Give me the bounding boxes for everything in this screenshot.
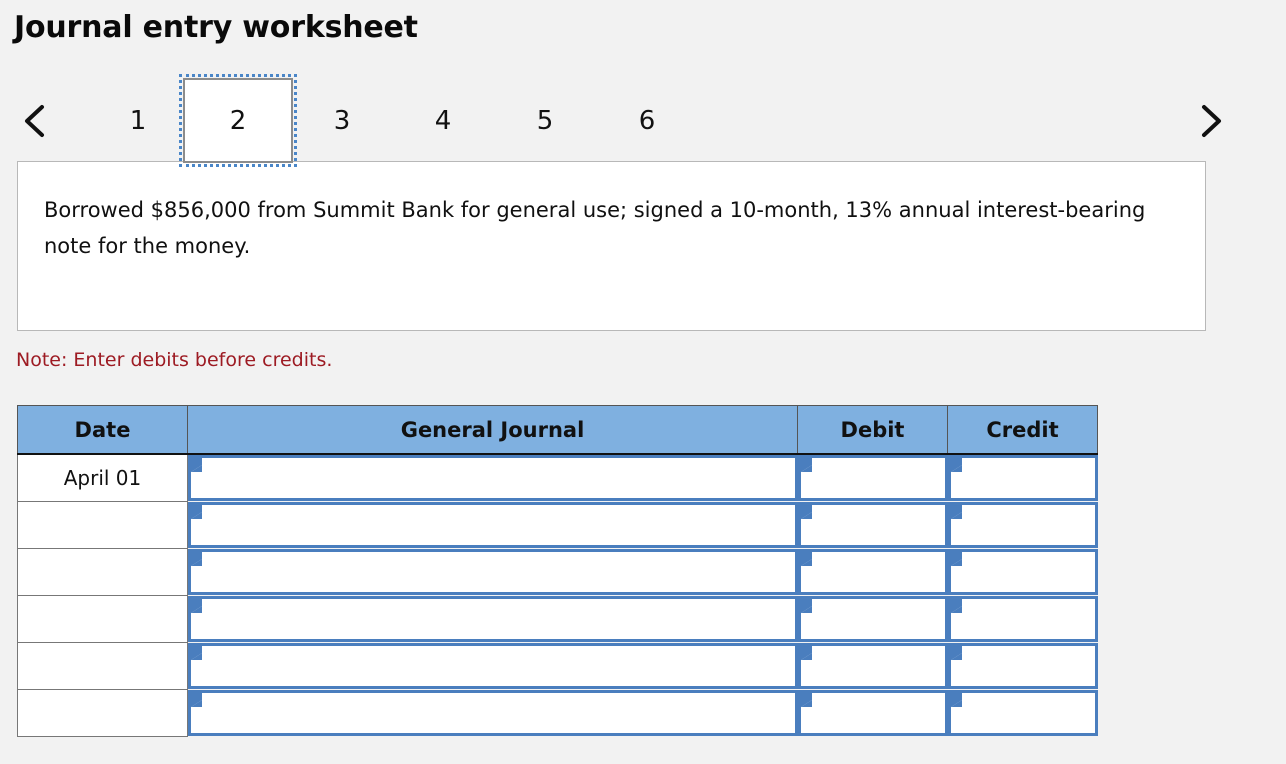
credit-cell[interactable] xyxy=(947,596,1098,643)
general-journal-cell[interactable] xyxy=(188,596,798,643)
pager-tab-1[interactable]: 1 xyxy=(83,78,193,163)
debit-cell[interactable] xyxy=(797,643,948,690)
table-row xyxy=(17,595,1098,643)
credit-input[interactable] xyxy=(947,596,1098,642)
pager-prev-button[interactable] xyxy=(8,78,62,163)
transaction-description-box: Borrowed $856,000 from Summit Bank for g… xyxy=(17,161,1206,331)
general-journal-cell[interactable] xyxy=(188,690,798,737)
debit-cell[interactable] xyxy=(797,690,948,737)
pager-tab-label: 4 xyxy=(434,105,452,136)
general-journal-input[interactable] xyxy=(188,502,798,548)
debit-input[interactable] xyxy=(797,455,948,502)
dropdown-flag-icon xyxy=(800,693,812,707)
dropdown-flag-icon xyxy=(950,599,962,613)
column-header-general-journal: General Journal xyxy=(187,405,798,455)
pager-tab-label: 5 xyxy=(536,105,554,136)
pager-tab-2[interactable]: 2 xyxy=(179,74,297,167)
date-cell[interactable] xyxy=(17,642,188,690)
dropdown-flag-icon xyxy=(950,505,962,519)
dropdown-flag-icon xyxy=(191,505,202,519)
date-cell[interactable]: April 01 xyxy=(17,453,188,502)
column-header-date: Date xyxy=(17,405,188,455)
pager-tab-label: 6 xyxy=(638,105,656,136)
credit-input[interactable] xyxy=(947,690,1098,736)
dropdown-flag-icon xyxy=(950,458,962,473)
credit-input[interactable] xyxy=(947,455,1098,502)
debit-input[interactable] xyxy=(797,549,948,595)
debit-cell[interactable] xyxy=(797,596,948,643)
dropdown-flag-icon xyxy=(191,646,202,660)
dropdown-flag-icon xyxy=(191,552,202,566)
general-journal-input[interactable] xyxy=(188,596,798,642)
debit-input[interactable] xyxy=(797,690,948,736)
general-journal-cell[interactable] xyxy=(188,643,798,690)
dropdown-flag-icon xyxy=(191,693,202,707)
dropdown-flag-icon xyxy=(950,552,962,566)
table-row xyxy=(17,642,1098,690)
credit-input[interactable] xyxy=(947,502,1098,548)
chevron-left-icon xyxy=(20,101,50,141)
general-journal-input[interactable] xyxy=(188,455,798,502)
table-row xyxy=(17,548,1098,596)
table-header-row: Date General Journal Debit Credit xyxy=(17,405,1098,455)
table-row xyxy=(17,689,1098,737)
general-journal-input[interactable] xyxy=(188,643,798,689)
pager-next-button[interactable] xyxy=(1184,78,1238,163)
dropdown-flag-icon xyxy=(191,599,202,613)
pager-tab-3[interactable]: 3 xyxy=(287,78,397,163)
debit-input[interactable] xyxy=(797,502,948,548)
date-cell[interactable] xyxy=(17,548,188,596)
chevron-right-icon xyxy=(1196,101,1226,141)
pager-tab-4[interactable]: 4 xyxy=(388,78,498,163)
dropdown-flag-icon xyxy=(950,646,962,660)
general-journal-input[interactable] xyxy=(188,690,798,736)
credit-cell[interactable] xyxy=(947,643,1098,690)
debit-input[interactable] xyxy=(797,596,948,642)
dropdown-flag-icon xyxy=(800,458,812,473)
pager-tab-6[interactable]: 6 xyxy=(592,78,702,163)
journal-entry-table: Date General Journal Debit Credit April … xyxy=(17,405,1098,737)
pager-tab-5[interactable]: 5 xyxy=(490,78,600,163)
debit-input[interactable] xyxy=(797,643,948,689)
dropdown-flag-icon xyxy=(800,505,812,519)
column-header-credit: Credit xyxy=(947,405,1098,455)
date-cell[interactable] xyxy=(17,689,188,737)
dropdown-flag-icon xyxy=(800,552,812,566)
dropdown-flag-icon xyxy=(191,458,202,473)
credit-cell[interactable] xyxy=(947,454,1098,502)
date-cell[interactable] xyxy=(17,595,188,643)
journal-entry-worksheet-page: Journal entry worksheet 1 2 3 4 5 6 Borr… xyxy=(0,0,1286,764)
dropdown-flag-icon xyxy=(800,599,812,613)
general-journal-cell[interactable] xyxy=(188,454,798,502)
general-journal-cell[interactable] xyxy=(188,549,798,596)
page-title: Journal entry worksheet xyxy=(14,10,418,45)
date-cell[interactable] xyxy=(17,501,188,549)
credit-input[interactable] xyxy=(947,549,1098,595)
pager-tab-label: 2 xyxy=(229,105,247,136)
credit-cell[interactable] xyxy=(947,690,1098,737)
debits-before-credits-note: Note: Enter debits before credits. xyxy=(16,349,333,371)
credit-input[interactable] xyxy=(947,643,1098,689)
credit-cell[interactable] xyxy=(947,549,1098,596)
dropdown-flag-icon xyxy=(950,693,962,707)
pager-tab-label: 3 xyxy=(333,105,351,136)
table-row: April 01 xyxy=(17,453,1098,502)
entry-pager: 1 2 3 4 5 6 xyxy=(0,74,1286,167)
general-journal-cell[interactable] xyxy=(188,502,798,549)
column-header-debit: Debit xyxy=(797,405,948,455)
pager-tab-label: 1 xyxy=(129,105,147,136)
dropdown-flag-icon xyxy=(800,646,812,660)
transaction-description-text: Borrowed $856,000 from Summit Bank for g… xyxy=(44,198,1146,258)
general-journal-input[interactable] xyxy=(188,549,798,595)
table-row xyxy=(17,501,1098,549)
credit-cell[interactable] xyxy=(947,502,1098,549)
debit-cell[interactable] xyxy=(797,549,948,596)
debit-cell[interactable] xyxy=(797,454,948,502)
debit-cell[interactable] xyxy=(797,502,948,549)
